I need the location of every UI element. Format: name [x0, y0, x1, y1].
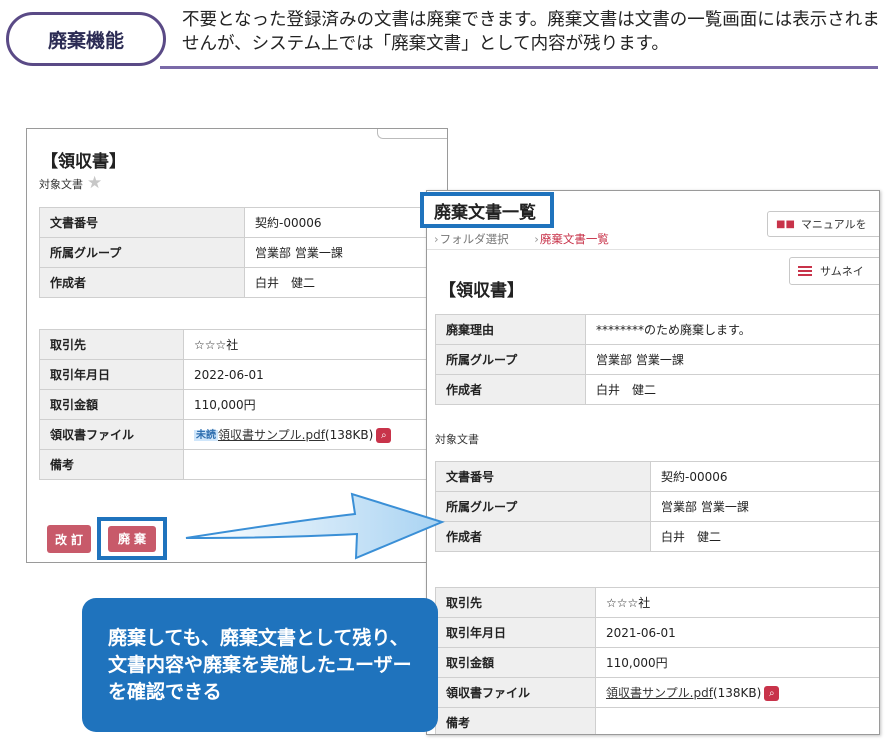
field-label: 備考: [435, 707, 596, 734]
field-value: 契約-00006: [650, 461, 879, 492]
field-value: 白井 健二: [244, 267, 447, 298]
field-label: 廃棄理由: [435, 314, 586, 345]
table-row: 取引金額 110,000円: [39, 389, 447, 420]
field-label: 所属グループ: [435, 344, 586, 375]
table-row: 所属グループ 営業部 営業一課: [435, 344, 879, 375]
field-label: 領収書ファイル: [39, 419, 184, 450]
field-value: 契約-00006: [244, 207, 447, 238]
field-label: 取引金額: [39, 389, 184, 420]
field-value: ☆☆☆社: [183, 329, 447, 360]
field-label: 文書番号: [435, 461, 651, 492]
field-label: 文書番号: [39, 207, 245, 238]
table-row: 取引先 ☆☆☆社: [435, 587, 879, 618]
table-row: 取引金額 110,000円: [435, 647, 879, 678]
field-label: 所属グループ: [39, 237, 245, 268]
field-value: 営業部 営業一課: [585, 344, 879, 375]
table-row: 取引年月日 2022-06-01: [39, 359, 447, 390]
document-info-table: 文書番号 契約-00006 所属グループ 営業部 営業一課 作成者 白井 健二: [435, 461, 879, 552]
thumbnail-button[interactable]: サムネイ: [789, 257, 879, 285]
discarded-documents-panel: ›フォルダ選択 ›廃棄文書一覧 ■■ マニュアルを サムネイ 【領収書】 廃棄理…: [426, 190, 880, 735]
field-label: 取引先: [435, 587, 596, 618]
field-label: 作成者: [435, 374, 586, 405]
star-icon[interactable]: ★: [87, 175, 102, 192]
revise-button[interactable]: 改訂: [47, 525, 91, 553]
target-document-label: 対象文書: [39, 177, 83, 191]
file-size: (138KB): [712, 686, 762, 700]
table-row: 作成者 白井 健二: [435, 374, 879, 405]
field-label: 取引年月日: [435, 617, 596, 648]
receipt-file-link[interactable]: 領収書サンプル.pdf: [218, 428, 325, 442]
receipt-file-link[interactable]: 領収書サンプル.pdf: [606, 686, 713, 700]
discard-button-highlight: 廃棄: [97, 517, 167, 560]
breadcrumb-item-folder-select[interactable]: フォルダ選択: [440, 232, 509, 246]
target-document-label: 対象文書: [435, 433, 479, 446]
arrow-right-icon: [185, 492, 445, 560]
breadcrumb-item-current: 廃棄文書一覧: [539, 232, 609, 246]
panel-tab-stub: [377, 129, 447, 139]
table-row: 所属グループ 営業部 営業一課: [39, 237, 447, 268]
table-row: 文書番号 契約-00006: [435, 461, 879, 492]
table-row: 備考: [435, 707, 879, 734]
target-document-row: 対象文書 ★: [39, 175, 102, 192]
field-value: 営業部 営業一課: [244, 237, 447, 268]
table-row: 取引年月日 2021-06-01: [435, 617, 879, 648]
discard-button[interactable]: 廃棄: [108, 525, 156, 552]
table-row: 文書番号 契約-00006: [39, 207, 447, 238]
receipt-detail-table: 取引先 ☆☆☆社 取引年月日 2021-06-01 取引金額 110,000円 …: [435, 587, 879, 734]
table-row: 取引先 ☆☆☆社: [39, 329, 447, 360]
callout-note: 廃棄しても、廃棄文書として残り、文書内容や廃棄を実施したユーザーを確認できる: [82, 598, 438, 732]
field-value: ********のため廃棄します。: [585, 314, 879, 345]
thumbnail-button-label: サムネイ: [820, 265, 864, 278]
field-value: [183, 449, 447, 480]
feature-label: 廃棄機能: [6, 12, 166, 66]
table-row: 備考: [39, 449, 447, 480]
zoom-icon[interactable]: ⌕: [764, 686, 780, 701]
document-info-table: 文書番号 契約-00006 所属グループ 営業部 営業一課 作成者 白井 健二: [39, 207, 447, 298]
field-label: 備考: [39, 449, 184, 480]
field-label: 取引先: [39, 329, 184, 360]
field-value: 110,000円: [183, 389, 447, 420]
file-size: (138KB): [324, 428, 374, 442]
breadcrumb: ›フォルダ選択 ›廃棄文書一覧: [434, 232, 609, 246]
document-title: 【領収書】: [41, 152, 126, 172]
document-title: 【領収書】: [439, 281, 524, 301]
table-row: 廃棄理由 ********のため廃棄します。: [435, 314, 879, 345]
field-value: 白井 健二: [585, 374, 879, 405]
list-icon: [798, 265, 812, 277]
field-label: 取引金額: [435, 647, 596, 678]
field-value: 未読 領収書サンプル.pdf(138KB) ⌕: [183, 419, 447, 450]
feature-description: 不要となった登録済みの文書は廃棄できます。廃棄文書は文書の一覧画面には表示されま…: [182, 10, 880, 54]
field-value: ☆☆☆社: [595, 587, 879, 618]
table-row: 作成者 白井 健二: [435, 521, 879, 552]
discarded-list-title: 廃棄文書一覧: [420, 192, 554, 228]
book-icon: ■■: [776, 218, 795, 230]
field-value: 領収書サンプル.pdf(138KB) ⌕: [595, 677, 879, 708]
header-divider: [160, 66, 878, 69]
field-value: [595, 707, 879, 734]
field-value: 110,000円: [595, 647, 879, 678]
receipt-detail-table: 取引先 ☆☆☆社 取引年月日 2022-06-01 取引金額 110,000円 …: [39, 329, 447, 480]
zoom-icon[interactable]: ⌕: [376, 428, 392, 443]
field-label: 作成者: [435, 521, 651, 552]
unread-badge: 未読: [194, 430, 218, 441]
manual-button[interactable]: ■■ マニュアルを: [767, 211, 879, 237]
field-label: 取引年月日: [39, 359, 184, 390]
field-label: 領収書ファイル: [435, 677, 596, 708]
table-row: 作成者 白井 健二: [39, 267, 447, 298]
field-value: 2021-06-01: [595, 617, 879, 648]
field-label: 所属グループ: [435, 491, 651, 522]
field-value: 2022-06-01: [183, 359, 447, 390]
field-label: 作成者: [39, 267, 245, 298]
table-row: 領収書ファイル 領収書サンプル.pdf(138KB) ⌕: [435, 677, 879, 708]
discard-info-table: 廃棄理由 ********のため廃棄します。 所属グループ 営業部 営業一課 作…: [435, 314, 879, 405]
manual-button-label: マニュアルを: [800, 218, 867, 231]
field-value: 営業部 営業一課: [650, 491, 879, 522]
table-row: 所属グループ 営業部 営業一課: [435, 491, 879, 522]
header-divider: [427, 249, 879, 250]
field-value: 白井 健二: [650, 521, 879, 552]
table-row: 領収書ファイル 未読 領収書サンプル.pdf(138KB) ⌕: [39, 419, 447, 450]
